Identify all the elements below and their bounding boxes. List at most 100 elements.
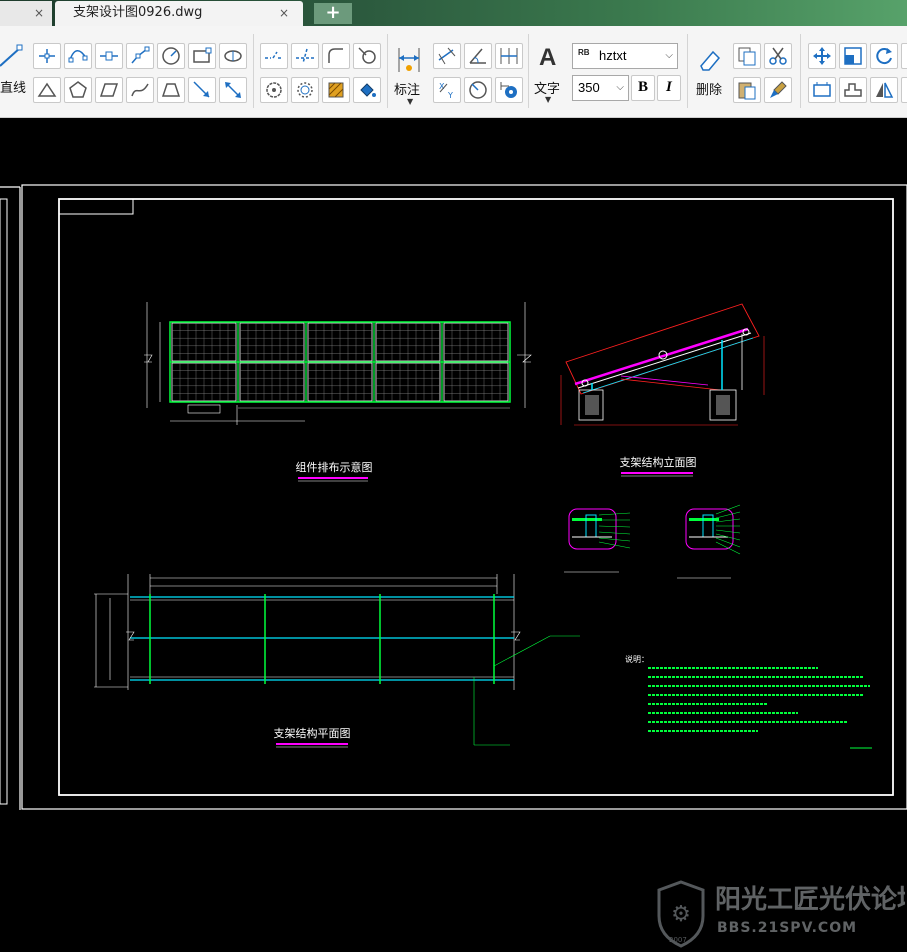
line-tool-button[interactable]: 直线: [0, 40, 26, 110]
baseline-dimension-button[interactable]: [495, 43, 523, 69]
ellipse-button[interactable]: [219, 43, 247, 69]
xline-button[interactable]: [95, 43, 123, 69]
ribbon-toolbar: 直线 标注 ▼ XY A 文字 ▼ RB hztxt ⌵ 350 ⌵ B I 删…: [0, 26, 907, 118]
hatch-icon: [328, 82, 344, 98]
chamfer-icon: [358, 47, 376, 64]
module-layout-view[interactable]: [144, 302, 532, 425]
stretch-button[interactable]: [901, 43, 907, 69]
offset-icon: [297, 82, 313, 98]
title-underline: [621, 472, 693, 474]
break-line-button[interactable]: [260, 43, 288, 69]
bold-button[interactable]: B: [631, 75, 655, 101]
aligned-dimension-button[interactable]: [433, 43, 461, 69]
delete-label: 删除: [696, 83, 723, 98]
trapezoid-button[interactable]: [157, 77, 185, 103]
detail-node-1[interactable]: [564, 508, 631, 573]
scale-icon: [844, 47, 862, 65]
rotate-button[interactable]: [870, 43, 898, 69]
italic-button[interactable]: I: [657, 75, 681, 101]
ellipse-icon: [224, 50, 242, 62]
close-icon[interactable]: ×: [279, 1, 289, 25]
dimension-button[interactable]: 标注 ▼: [393, 46, 427, 110]
arrow-button[interactable]: [188, 77, 216, 103]
svg-text:Y: Y: [447, 91, 453, 100]
sheet-outer-frame[interactable]: [21, 184, 907, 810]
font-type-badge-icon: RB: [578, 48, 590, 57]
text-button[interactable]: A 文字 ▼: [532, 44, 568, 110]
fill-button[interactable]: [353, 77, 381, 103]
paste-button[interactable]: [733, 77, 761, 103]
xline-icon: [100, 51, 118, 61]
sheet-border: [0, 198, 8, 805]
radius-dimension-button[interactable]: [464, 77, 492, 103]
fillet-icon: [328, 48, 343, 63]
text-height-select[interactable]: 350 ⌵: [572, 75, 629, 101]
detail-node-2[interactable]: [677, 504, 741, 579]
dimension-style-button[interactable]: [495, 77, 523, 103]
polygon-button[interactable]: [64, 77, 92, 103]
title-elevation: 支架结构立面图: [620, 455, 697, 469]
forum-watermark: ⚙ 阳光工匠光伏论坛 BBS.21SPV.COM 2007: [655, 876, 907, 948]
group-separator: [687, 34, 688, 108]
rectangle-button[interactable]: [188, 43, 216, 69]
title-underline: [298, 477, 368, 479]
brush-icon: [770, 81, 787, 98]
mirror-button[interactable]: [870, 77, 898, 103]
watermark-url: BBS.21SPV.COM: [717, 920, 857, 936]
tab-previous-document[interactable]: ×: [0, 1, 52, 26]
delete-button[interactable]: 删除: [694, 48, 726, 108]
freehand-icon: [131, 83, 149, 97]
title-underline: [276, 743, 348, 745]
group-separator: [387, 34, 388, 108]
spline-icon: [68, 50, 88, 63]
dimension-icon: [398, 48, 420, 72]
angular-dimension-button[interactable]: [464, 43, 492, 69]
tab-active-document[interactable]: 支架设计图0926.dwg ×: [55, 1, 303, 26]
copy-button[interactable]: [733, 43, 761, 69]
rectangle-icon: [193, 47, 212, 63]
plan-view[interactable]: [94, 574, 580, 746]
drawing-canvas[interactable]: 组件排布示意图 支架结构立面图 支架结构平面图 说明： ⚙ 阳光工匠光伏论坛 B…: [0, 118, 907, 948]
group-separator: [528, 34, 529, 108]
group-separator: [253, 34, 254, 108]
triangle-button[interactable]: [33, 77, 61, 103]
ordinate-icon: XY: [439, 82, 453, 100]
move-button[interactable]: [808, 43, 836, 69]
freehand-button[interactable]: [126, 77, 154, 103]
scale-button[interactable]: [839, 43, 867, 69]
close-icon[interactable]: ×: [34, 1, 44, 25]
more-tools-button[interactable]: [901, 77, 907, 103]
double-arrow-button[interactable]: [219, 77, 247, 103]
title-block-tab: [58, 198, 134, 215]
baseline-dimension-icon: [500, 48, 518, 64]
chamfer-button[interactable]: [353, 43, 381, 69]
hatch-button[interactable]: [322, 77, 350, 103]
fillet-button[interactable]: [322, 43, 350, 69]
title-module-layout: 组件排布示意图: [296, 460, 373, 474]
chevron-down-icon: ⌵: [665, 50, 673, 61]
watermark-year: 2007: [669, 936, 687, 944]
explode-button[interactable]: [839, 77, 867, 103]
tab-title: 支架设计图0926.dwg: [73, 5, 203, 20]
parallelogram-button[interactable]: [95, 77, 123, 103]
group-separator: [800, 34, 801, 108]
cut-button[interactable]: [764, 43, 792, 69]
rotate-copy-button[interactable]: [260, 77, 288, 103]
watermark-name: 阳光工匠光伏论坛: [715, 885, 905, 915]
arrow-icon: [193, 81, 210, 98]
match-properties-button[interactable]: [764, 77, 792, 103]
circle-button[interactable]: [157, 43, 185, 69]
ordinate-dimension-button[interactable]: XY: [433, 77, 461, 103]
sheet-inner-frame[interactable]: [58, 198, 894, 796]
ray-button[interactable]: [126, 43, 154, 69]
elevation-view[interactable]: [560, 303, 765, 426]
spline-button[interactable]: [64, 43, 92, 69]
paste-icon: [738, 82, 756, 100]
trim-button[interactable]: [291, 43, 319, 69]
font-name-select[interactable]: RB hztxt ⌵: [572, 43, 678, 69]
offset-button[interactable]: [291, 77, 319, 103]
new-tab-button[interactable]: +: [314, 3, 352, 24]
trim-icon: [296, 48, 314, 64]
array-button[interactable]: [808, 77, 836, 103]
polyline-button[interactable]: [33, 43, 61, 69]
